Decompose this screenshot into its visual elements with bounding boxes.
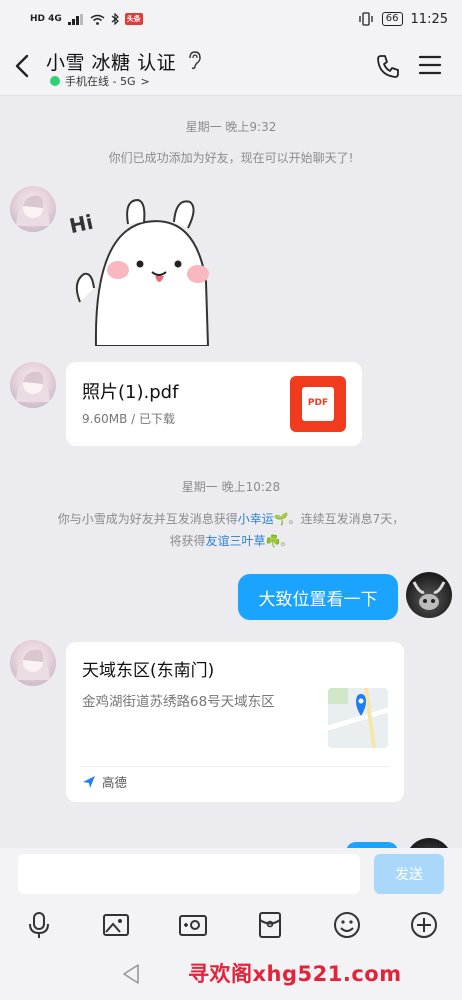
- my-avatar[interactable]: [406, 838, 452, 848]
- note-text: 将获得: [169, 534, 206, 548]
- back-arrow-icon[interactable]: [10, 52, 36, 80]
- mic-icon[interactable]: [24, 910, 54, 940]
- status-left-icons: HD 4G 头条: [30, 13, 143, 25]
- plus-icon[interactable]: [409, 910, 439, 940]
- file-name: 照片(1).pdf: [82, 382, 179, 403]
- provider-name: 高德: [102, 775, 128, 790]
- presence-text: 手机在线 - 5G: [65, 75, 136, 88]
- bluetooth-icon: [111, 13, 119, 25]
- map-thumbnail: [328, 688, 388, 748]
- contact-avatar[interactable]: [10, 362, 56, 408]
- contact-name[interactable]: 小雪 冰糖 认证: [46, 48, 176, 75]
- timestamp: 星期一 晚上9:32: [185, 120, 277, 134]
- input-bar: 发送: [0, 848, 462, 902]
- note-text: 。: [280, 534, 293, 548]
- message-input[interactable]: [18, 854, 360, 894]
- camera-icon[interactable]: [178, 910, 208, 940]
- sticker-text: Hi: [67, 210, 95, 238]
- chat-area[interactable]: 星期一 晚上9:32 你们已成功添加为好友，现在可以开始聊天了! Hi 照片(1…: [0, 96, 462, 848]
- system-nav-bar: 寻欢阁xhg521.com: [0, 948, 462, 1000]
- lucky-link[interactable]: 小幸运🌱: [238, 512, 289, 526]
- phone-call-icon[interactable]: [374, 52, 402, 80]
- red-packet-icon[interactable]: [255, 910, 285, 940]
- nav-back-icon[interactable]: [120, 962, 142, 986]
- emoji-icon[interactable]: [332, 910, 362, 940]
- timestamp: 星期一 晚上10:28: [181, 480, 281, 494]
- location-address: 金鸡湖街道苏绣路68号天域东区: [82, 694, 275, 710]
- note-text: 。连续互发消息7天，: [288, 512, 405, 526]
- app-notification-badge: 头条: [124, 13, 143, 25]
- location-title: 天域东区(东南门): [82, 661, 215, 681]
- send-button[interactable]: 发送: [374, 854, 444, 894]
- battery-icon: 66: [381, 12, 403, 26]
- contact-avatar[interactable]: [10, 186, 56, 232]
- location-message[interactable]: 天域东区(东南门) 金鸡湖街道苏绣路68号天域东区 高德: [66, 642, 404, 802]
- status-right: 66 11:25: [358, 12, 448, 27]
- wifi-icon: [90, 14, 105, 25]
- online-dot: [50, 76, 60, 86]
- chat-toolbar: [0, 902, 462, 948]
- divider: [80, 766, 390, 767]
- system-note: 你们已成功添加为好友，现在可以开始聊天了!: [108, 151, 354, 165]
- presence-status[interactable]: 手机在线 - 5G >: [50, 73, 150, 89]
- clock: 11:25: [410, 11, 448, 27]
- hi-bear-sticker[interactable]: Hi: [66, 192, 230, 346]
- file-meta: 9.60MB / 已下载: [82, 412, 175, 426]
- clover-link[interactable]: 友谊三叶草☘️: [206, 534, 281, 548]
- amap-logo-icon: [83, 775, 95, 788]
- pdf-file-icon: PDF: [290, 376, 346, 432]
- menu-icon[interactable]: [418, 54, 442, 76]
- signal-icon: [67, 13, 83, 25]
- image-icon[interactable]: [101, 910, 131, 940]
- status-bar: HD 4G 头条 66 11:25: [0, 0, 462, 38]
- contact-avatar[interactable]: [10, 640, 56, 686]
- my-avatar[interactable]: [406, 572, 452, 618]
- network-indicator: HD 4G: [30, 14, 62, 24]
- pdf-label: PDF: [307, 398, 329, 408]
- chevron-right-icon: >: [140, 74, 150, 88]
- hearing-icon: [189, 51, 201, 70]
- chat-header: 小雪 冰糖 认证 手机在线 - 5G >: [0, 38, 462, 96]
- friendship-note: 你与小雪成为好友并互发消息获得小幸运🌱。连续互发消息7天， 将获得友谊三叶草☘️…: [0, 508, 462, 552]
- watermark-text: 寻欢阁xhg521.com: [188, 962, 402, 986]
- map-provider: 高德: [82, 772, 127, 791]
- file-message[interactable]: 照片(1).pdf 9.60MB / 已下载 PDF: [66, 362, 362, 446]
- my-message-bubble[interactable]: 大致位置看一下: [238, 574, 398, 620]
- note-text: 你与小雪成为好友并互发消息获得: [57, 512, 238, 526]
- vibrate-icon: [359, 12, 373, 26]
